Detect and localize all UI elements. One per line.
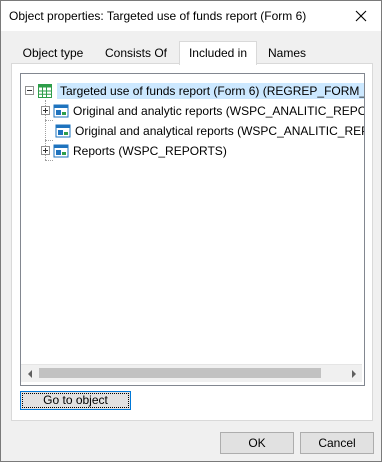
scroll-right-button[interactable] xyxy=(345,365,362,382)
tree-connector xyxy=(45,160,53,161)
table-report-icon xyxy=(38,83,52,98)
tab-object-type[interactable]: Object type xyxy=(15,43,91,63)
close-button[interactable] xyxy=(341,1,381,31)
scroll-right-icon xyxy=(351,369,356,378)
tree-item-label: Targeted use of funds report (Form 6) (R… xyxy=(57,82,364,99)
collapse-icon[interactable] xyxy=(25,86,34,95)
report-folder-icon xyxy=(53,144,69,157)
tab-included-in[interactable]: Included in xyxy=(179,41,257,65)
tree-item-reports[interactable]: Reports (WSPC_REPORTS) xyxy=(41,141,227,160)
close-icon xyxy=(355,10,367,22)
scroll-thumb[interactable] xyxy=(39,368,321,378)
scroll-left-button[interactable] xyxy=(21,365,38,382)
tab-panel: Targeted use of funds report (Form 6) (R… xyxy=(11,63,373,421)
window-title: Object properties: Targeted use of funds… xyxy=(9,9,307,23)
tree-item-analytical-reports[interactable]: Original and analytical reports (WSPC_AN… xyxy=(55,121,364,140)
tree-item-label: Reports (WSPC_REPORTS) xyxy=(73,143,227,158)
tab-strip: Object type Consists Of Included in Name… xyxy=(11,41,371,65)
tree-item-analytic-reports[interactable]: Original and analytic reports (WSPC_ANAL… xyxy=(41,101,365,120)
title-bar: Object properties: Targeted use of funds… xyxy=(1,1,381,31)
tab-names[interactable]: Names xyxy=(261,43,313,63)
go-to-object-button[interactable]: Go to object xyxy=(20,391,131,410)
tree-item-label: Original and analytic reports (WSPC_ANAL… xyxy=(73,103,365,118)
tree-item-label: Original and analytical reports (WSPC_AN… xyxy=(75,123,364,138)
dialog-window: Object properties: Targeted use of funds… xyxy=(0,0,382,462)
tree-item-root[interactable]: Targeted use of funds report (Form 6) (R… xyxy=(25,81,364,100)
cancel-button[interactable]: Cancel xyxy=(300,432,374,454)
scroll-left-icon xyxy=(27,369,32,378)
tree-connector xyxy=(45,120,53,121)
ok-button[interactable]: OK xyxy=(220,432,294,454)
report-folder-icon xyxy=(55,124,71,137)
report-folder-icon xyxy=(53,104,69,117)
tab-consists-of[interactable]: Consists Of xyxy=(97,43,175,63)
horizontal-scrollbar[interactable] xyxy=(21,364,362,382)
included-in-tree[interactable]: Targeted use of funds report (Form 6) (R… xyxy=(20,73,365,386)
expand-icon[interactable] xyxy=(41,106,50,115)
expand-icon[interactable] xyxy=(41,146,50,155)
